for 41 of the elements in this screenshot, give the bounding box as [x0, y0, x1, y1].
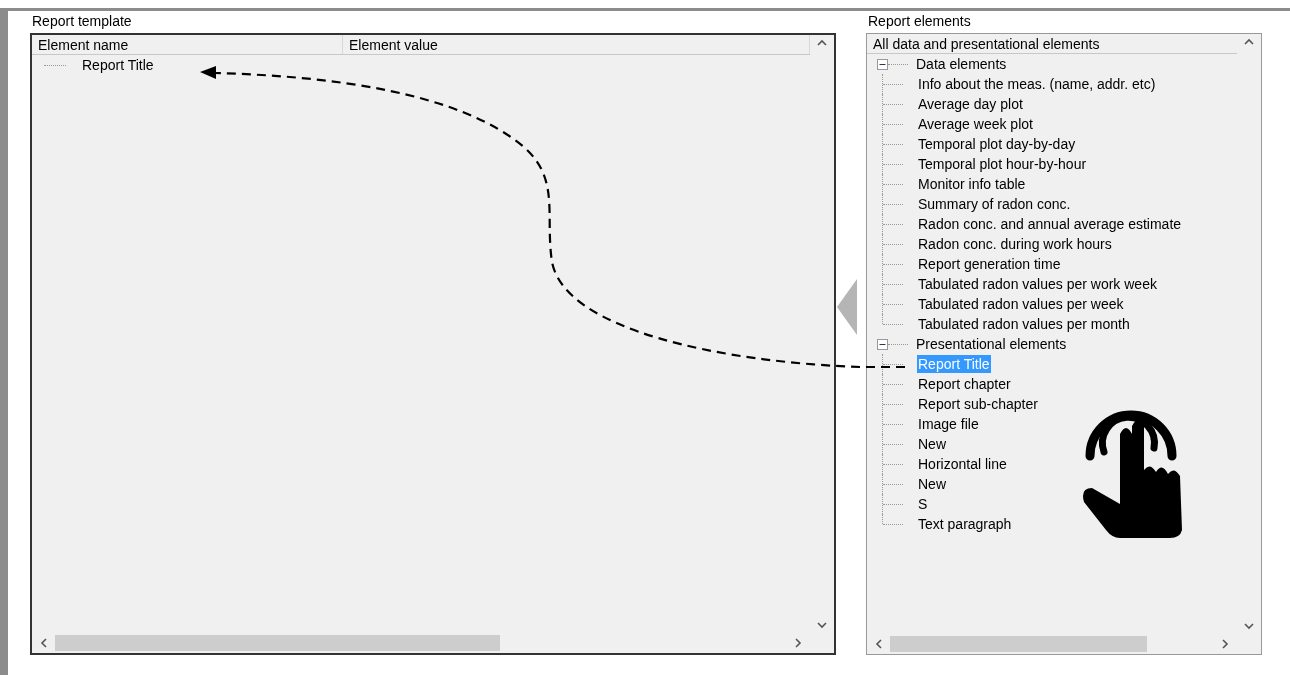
scroll-right-icon[interactable]	[1222, 639, 1229, 649]
panel-title: Report template	[32, 12, 133, 30]
tree-item[interactable]: Temporal plot hour-by-hour	[917, 155, 1088, 173]
scroll-up-icon[interactable]	[1244, 38, 1254, 45]
collapse-icon[interactable]	[877, 338, 888, 350]
tree-item[interactable]: Average day plot	[917, 95, 1024, 113]
tree-item[interactable]: Report generation time	[917, 255, 1062, 273]
tree-item[interactable]: Info about the meas. (name, addr. etc)	[917, 75, 1157, 93]
column-header[interactable]: All data and presentational elements	[867, 34, 1237, 54]
tree-item[interactable]: Monitor info table	[917, 175, 1027, 193]
tree-item[interactable]: Summary of radon conc.	[917, 195, 1072, 213]
tree-group[interactable]: Data elements	[916, 53, 1007, 75]
tree-item[interactable]: Tabulated radon values per month	[917, 315, 1131, 333]
scroll-left-icon[interactable]	[40, 638, 47, 648]
column-header[interactable]: Element name	[32, 35, 343, 54]
tree-group[interactable]: Presentational elements	[916, 333, 1067, 355]
tree-item[interactable]: Radon conc. during work hours	[917, 235, 1113, 253]
tree-item[interactable]: Average week plot	[917, 115, 1034, 133]
tree-item[interactable]: Radon conc. and annual average estimate	[917, 215, 1183, 233]
column-header[interactable]: Element value	[343, 35, 810, 54]
scrollbar-thumb[interactable]	[55, 635, 500, 651]
tree-item[interactable]: Temporal plot day-by-day	[917, 135, 1077, 153]
scroll-down-icon[interactable]	[1244, 623, 1254, 630]
tree-item[interactable]: Tabulated radon values per work week	[917, 275, 1158, 293]
scroll-up-icon[interactable]	[817, 39, 827, 46]
tree-item[interactable]: Tabulated radon values per week	[917, 295, 1125, 313]
tree-item[interactable]: S	[917, 495, 929, 513]
scroll-left-icon[interactable]	[875, 639, 882, 649]
tree-item[interactable]: Report Title	[80, 54, 156, 76]
tree-item[interactable]: Report sub-chapter	[917, 395, 1039, 413]
collapse-icon[interactable]	[877, 58, 888, 70]
tree-item[interactable]: Horizontal line	[917, 455, 1008, 473]
tree-item[interactable]: Image file	[917, 415, 980, 433]
tree-item[interactable]: New	[917, 475, 947, 493]
scroll-down-icon[interactable]	[817, 622, 827, 629]
tree-item[interactable]: Text paragraph	[917, 515, 1013, 533]
scrollbar-thumb[interactable]	[890, 636, 1147, 652]
tree-item[interactable]: New	[917, 435, 947, 453]
scroll-right-icon[interactable]	[795, 638, 802, 648]
panel-title: Report elements	[868, 12, 972, 30]
tree-item[interactable]: Report chapter	[917, 375, 1012, 393]
